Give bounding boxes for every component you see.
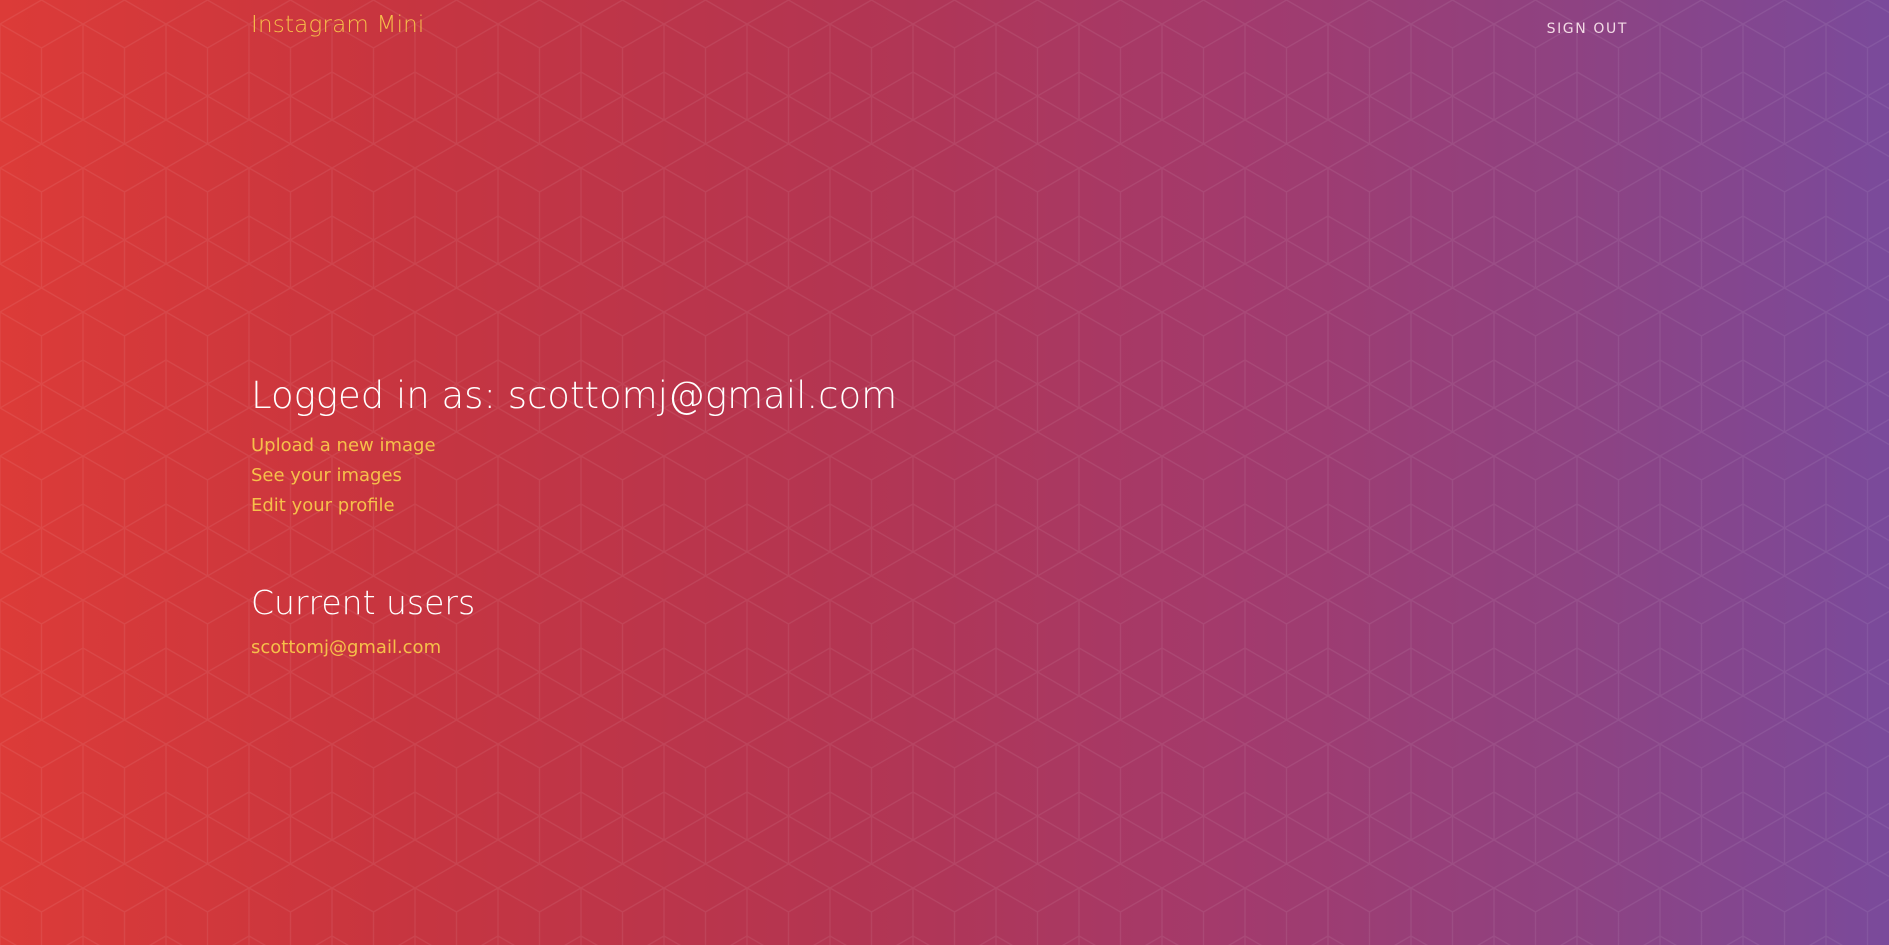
users-list: scottomj@gmail.com bbox=[251, 633, 1251, 663]
upload-image-link[interactable]: Upload a new image bbox=[251, 431, 1251, 461]
top-navbar: Instagram Mini SIGN OUT bbox=[0, 0, 1889, 56]
brand-link[interactable]: Instagram Mini bbox=[251, 12, 425, 38]
current-users-heading: Current users bbox=[251, 583, 476, 622]
logged-in-heading: Logged in as: scottomj@gmail.com bbox=[251, 374, 898, 417]
sign-out-link[interactable]: SIGN OUT bbox=[1547, 21, 1628, 37]
account-links: Upload a new image See your images Edit … bbox=[251, 431, 1251, 521]
main-content: Logged in as: scottomj@gmail.com Upload … bbox=[251, 370, 1251, 663]
edit-profile-link[interactable]: Edit your profile bbox=[251, 491, 1251, 521]
user-link[interactable]: scottomj@gmail.com bbox=[251, 633, 1251, 663]
see-images-link[interactable]: See your images bbox=[251, 461, 1251, 491]
